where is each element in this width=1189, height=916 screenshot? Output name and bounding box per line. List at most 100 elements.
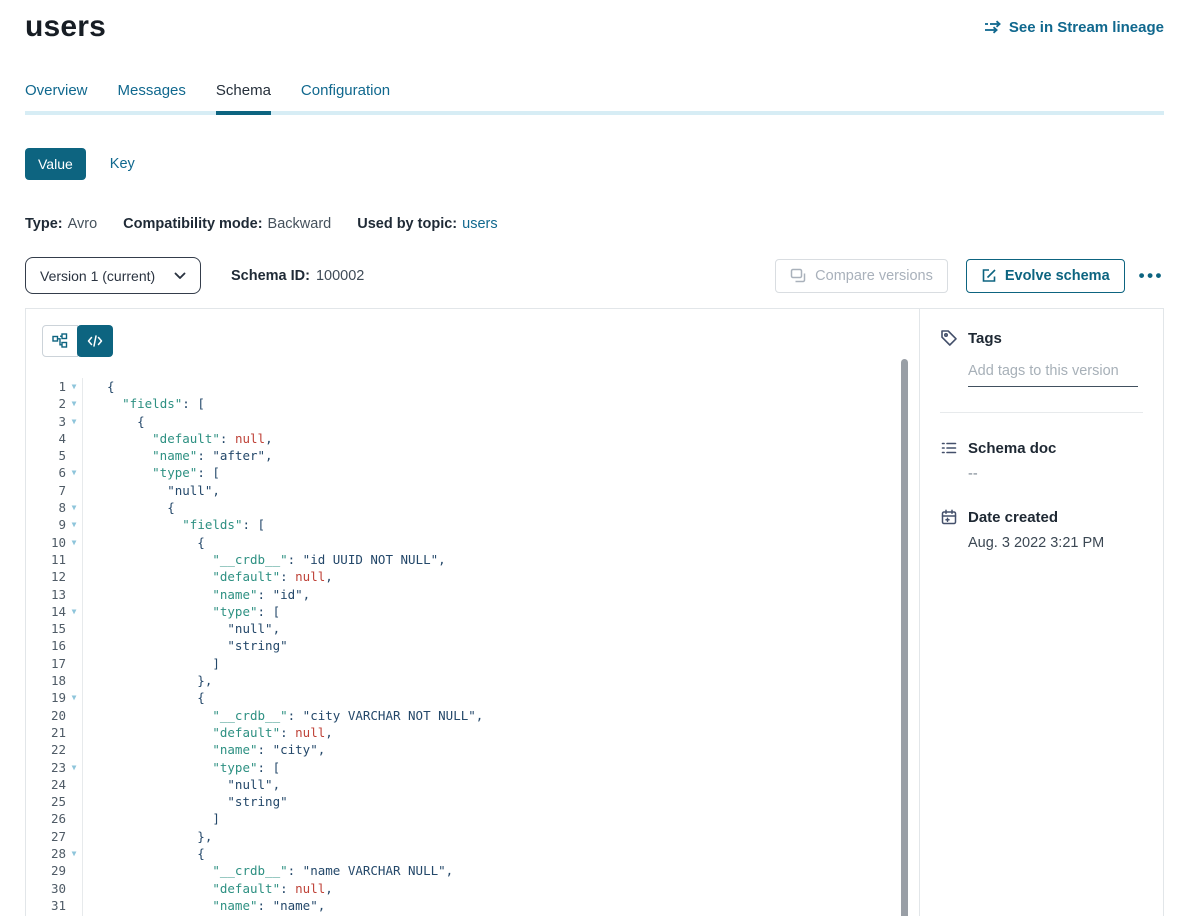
code-text: { [82,689,919,706]
code-line: 26 ] [42,810,919,827]
code-line: 13 "name": "id", [42,586,919,603]
add-tags-input[interactable] [968,363,1138,387]
meta-topic-link[interactable]: users [462,216,497,232]
line-number: 21 [42,724,66,741]
line-number: 12 [42,568,66,585]
code-line: 15 "null", [42,620,919,637]
tags-title: Tags [968,330,1002,347]
code-text: "name": "after", [82,447,919,464]
fold-toggle-icon[interactable]: ▼ [66,395,82,412]
line-number: 1 [42,378,66,395]
line-number: 8 [42,499,66,516]
fold-toggle-icon[interactable]: ▼ [66,413,82,430]
code-line: 8▼ { [42,499,919,516]
line-number: 5 [42,447,66,464]
stream-lineage-link[interactable]: See in Stream lineage [984,19,1164,36]
code-line: 5 "name": "after", [42,447,919,464]
code-line: 17 ] [42,655,919,672]
code-line: 27 }, [42,828,919,845]
fold-toggle-icon [66,793,82,810]
date-created-section: Date created Aug. 3 2022 3:21 PM [940,508,1143,551]
schema-actions: Compare versions Evolve schema ••• [775,259,1164,293]
fold-toggle-icon [66,447,82,464]
code-text: "null", [82,482,919,499]
value-toggle-button[interactable]: Value [25,148,86,180]
code-text: "fields": [ [82,395,919,412]
fold-toggle-icon[interactable]: ▼ [66,534,82,551]
tab-overview[interactable]: Overview [25,82,88,111]
tree-view-button[interactable] [42,325,78,357]
line-number: 19 [42,689,66,706]
code-line: 16 "string" [42,637,919,654]
code-line: 9▼ "fields": [ [42,516,919,533]
fold-toggle-icon [66,482,82,499]
line-number: 10 [42,534,66,551]
line-number: 16 [42,637,66,654]
fold-toggle-icon[interactable]: ▼ [66,759,82,776]
meta-type: Type: Avro [25,216,97,232]
date-created-title: Date created [968,509,1058,526]
code-text: "type": [ [82,759,919,776]
key-toggle-button[interactable]: Key [110,156,135,172]
meta-used-by-topic: Used by topic: users [357,216,497,232]
code-text: "__crdb__": "name VARCHAR NULL", [82,862,919,879]
code-text: }, [82,672,919,689]
version-select[interactable]: Version 1 (current) [25,257,201,294]
tab-configuration[interactable]: Configuration [301,82,390,111]
code-line: 21 "default": null, [42,724,919,741]
line-number: 22 [42,741,66,758]
fold-toggle-icon [66,430,82,447]
meta-compat-value: Backward [268,216,332,232]
code-view-icon [87,334,103,348]
compare-versions-button[interactable]: Compare versions [775,259,948,293]
fold-toggle-icon [66,828,82,845]
line-number: 15 [42,620,66,637]
code-text: { [82,413,919,430]
line-number: 18 [42,672,66,689]
code-lines: 1▼{2▼ "fields": [3▼ {4 "default": null,5… [42,378,919,916]
code-text: "type": [ [82,603,919,620]
fold-toggle-icon[interactable]: ▼ [66,603,82,620]
code-text: "string" [82,637,919,654]
page-header: users See in Stream lineage [25,0,1164,44]
page-title: users [25,10,106,44]
schema-id-value: 100002 [316,268,364,284]
code-line: 25 "string" [42,793,919,810]
fold-toggle-icon[interactable]: ▼ [66,464,82,481]
chevron-down-icon [174,272,186,280]
fold-toggle-icon[interactable]: ▼ [66,378,82,395]
evolve-schema-label: Evolve schema [1005,268,1110,284]
code-text: }, [82,828,919,845]
schema-doc-section: Schema doc -- [940,439,1143,482]
fold-toggle-icon[interactable]: ▼ [66,689,82,706]
fold-toggle-icon [66,655,82,672]
line-number: 30 [42,880,66,897]
line-number: 7 [42,482,66,499]
schema-meta: Type: Avro Compatibility mode: Backward … [25,216,1164,232]
fold-toggle-icon [66,620,82,637]
fold-toggle-icon[interactable]: ▼ [66,499,82,516]
fold-toggle-icon [66,637,82,654]
tree-view-icon [52,333,68,349]
calendar-plus-icon [940,508,958,526]
code-line: 31 "name": "name", [42,897,919,914]
fold-toggle-icon [66,862,82,879]
code-line: 19▼ { [42,689,919,706]
tab-schema[interactable]: Schema [216,82,271,111]
code-text: "name": "name", [82,897,919,914]
editor-scrollbar-thumb[interactable] [901,359,908,916]
code-text: { [82,534,919,551]
code-text: ] [82,810,919,827]
edit-icon [981,268,997,284]
evolve-schema-button[interactable]: Evolve schema [966,259,1125,293]
fold-toggle-icon[interactable]: ▼ [66,845,82,862]
code-text: "default": null, [82,430,919,447]
fold-toggle-icon[interactable]: ▼ [66,516,82,533]
code-view-button[interactable] [77,325,113,357]
more-actions-button[interactable]: ••• [1139,267,1164,284]
tab-messages[interactable]: Messages [118,82,186,111]
code-text: "null", [82,776,919,793]
line-number: 14 [42,603,66,620]
fold-toggle-icon [66,724,82,741]
line-number: 20 [42,707,66,724]
